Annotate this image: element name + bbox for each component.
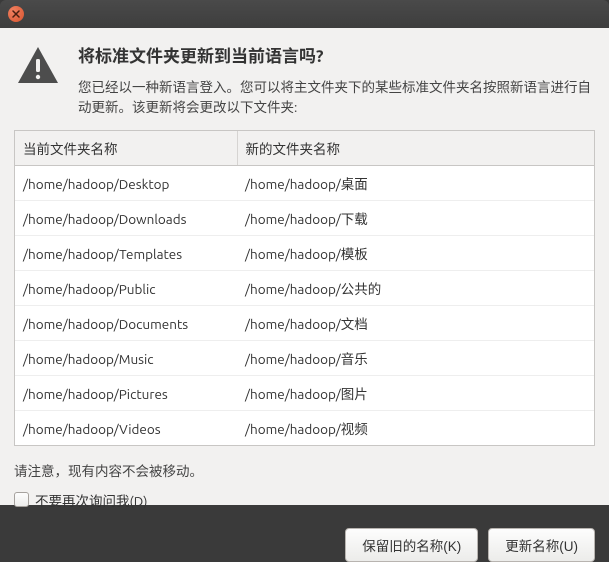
cell-new-path: /home/hadoop/模板 bbox=[237, 235, 594, 270]
table-row[interactable]: /home/hadoop/Templates/home/hadoop/模板 bbox=[15, 235, 594, 270]
cell-current-path: /home/hadoop/Templates bbox=[15, 235, 237, 270]
column-header-current[interactable]: 当前文件夹名称 bbox=[15, 131, 237, 166]
table-row[interactable]: /home/hadoop/Desktop/home/hadoop/桌面 bbox=[15, 165, 594, 200]
folder-table: 当前文件夹名称 新的文件夹名称 /home/hadoop/Desktop/hom… bbox=[14, 130, 595, 446]
cell-new-path: /home/hadoop/视频 bbox=[237, 410, 594, 445]
cell-current-path: /home/hadoop/Downloads bbox=[15, 200, 237, 235]
cell-new-path: /home/hadoop/图片 bbox=[237, 375, 594, 410]
cell-new-path: /home/hadoop/公共的 bbox=[237, 270, 594, 305]
cell-current-path: /home/hadoop/Music bbox=[15, 340, 237, 375]
dialog-header: 将标准文件夹更新到当前语言吗? 您已经以一种新语言登入。您可以将主文件夹下的某些… bbox=[14, 42, 595, 118]
close-button[interactable] bbox=[8, 6, 24, 22]
table-row[interactable]: /home/hadoop/Downloads/home/hadoop/下载 bbox=[15, 200, 594, 235]
cell-current-path: /home/hadoop/Documents bbox=[15, 305, 237, 340]
dont-ask-row: 不要再次询问我(D) bbox=[14, 490, 595, 510]
close-icon bbox=[12, 10, 20, 18]
note-text: 请注意，现有内容不会被移动。 bbox=[14, 460, 595, 480]
dialog-title: 将标准文件夹更新到当前语言吗? bbox=[78, 42, 595, 67]
keep-old-names-button[interactable]: 保留旧的名称(K) bbox=[345, 528, 478, 562]
header-text: 将标准文件夹更新到当前语言吗? 您已经以一种新语言登入。您可以将主文件夹下的某些… bbox=[78, 42, 595, 118]
column-header-new[interactable]: 新的文件夹名称 bbox=[237, 131, 594, 166]
cell-new-path: /home/hadoop/下载 bbox=[237, 200, 594, 235]
cell-current-path: /home/hadoop/Desktop bbox=[15, 165, 237, 200]
cell-new-path: /home/hadoop/文档 bbox=[237, 305, 594, 340]
table-row[interactable]: /home/hadoop/Videos/home/hadoop/视频 bbox=[15, 410, 594, 445]
dialog-subtitle: 您已经以一种新语言登入。您可以将主文件夹下的某些标准文件夹名按照新语言进行自动更… bbox=[78, 77, 595, 118]
cell-current-path: /home/hadoop/Pictures bbox=[15, 375, 237, 410]
cell-current-path: /home/hadoop/Public bbox=[15, 270, 237, 305]
button-row: 保留旧的名称(K) 更新名称(U) bbox=[14, 528, 595, 562]
update-names-button[interactable]: 更新名称(U) bbox=[488, 528, 595, 562]
cell-current-path: /home/hadoop/Videos bbox=[15, 410, 237, 445]
cell-new-path: /home/hadoop/桌面 bbox=[237, 165, 594, 200]
dont-ask-label[interactable]: 不要再次询问我(D) bbox=[35, 490, 148, 510]
table-row[interactable]: /home/hadoop/Music/home/hadoop/音乐 bbox=[15, 340, 594, 375]
cell-new-path: /home/hadoop/音乐 bbox=[237, 340, 594, 375]
table-row[interactable]: /home/hadoop/Pictures/home/hadoop/图片 bbox=[15, 375, 594, 410]
table-header-row: 当前文件夹名称 新的文件夹名称 bbox=[15, 131, 594, 166]
table-row[interactable]: /home/hadoop/Documents/home/hadoop/文档 bbox=[15, 305, 594, 340]
dialog-body: 将标准文件夹更新到当前语言吗? 您已经以一种新语言登入。您可以将主文件夹下的某些… bbox=[0, 28, 609, 505]
table-row[interactable]: /home/hadoop/Public/home/hadoop/公共的 bbox=[15, 270, 594, 305]
warning-icon bbox=[14, 42, 62, 118]
titlebar bbox=[0, 0, 609, 28]
